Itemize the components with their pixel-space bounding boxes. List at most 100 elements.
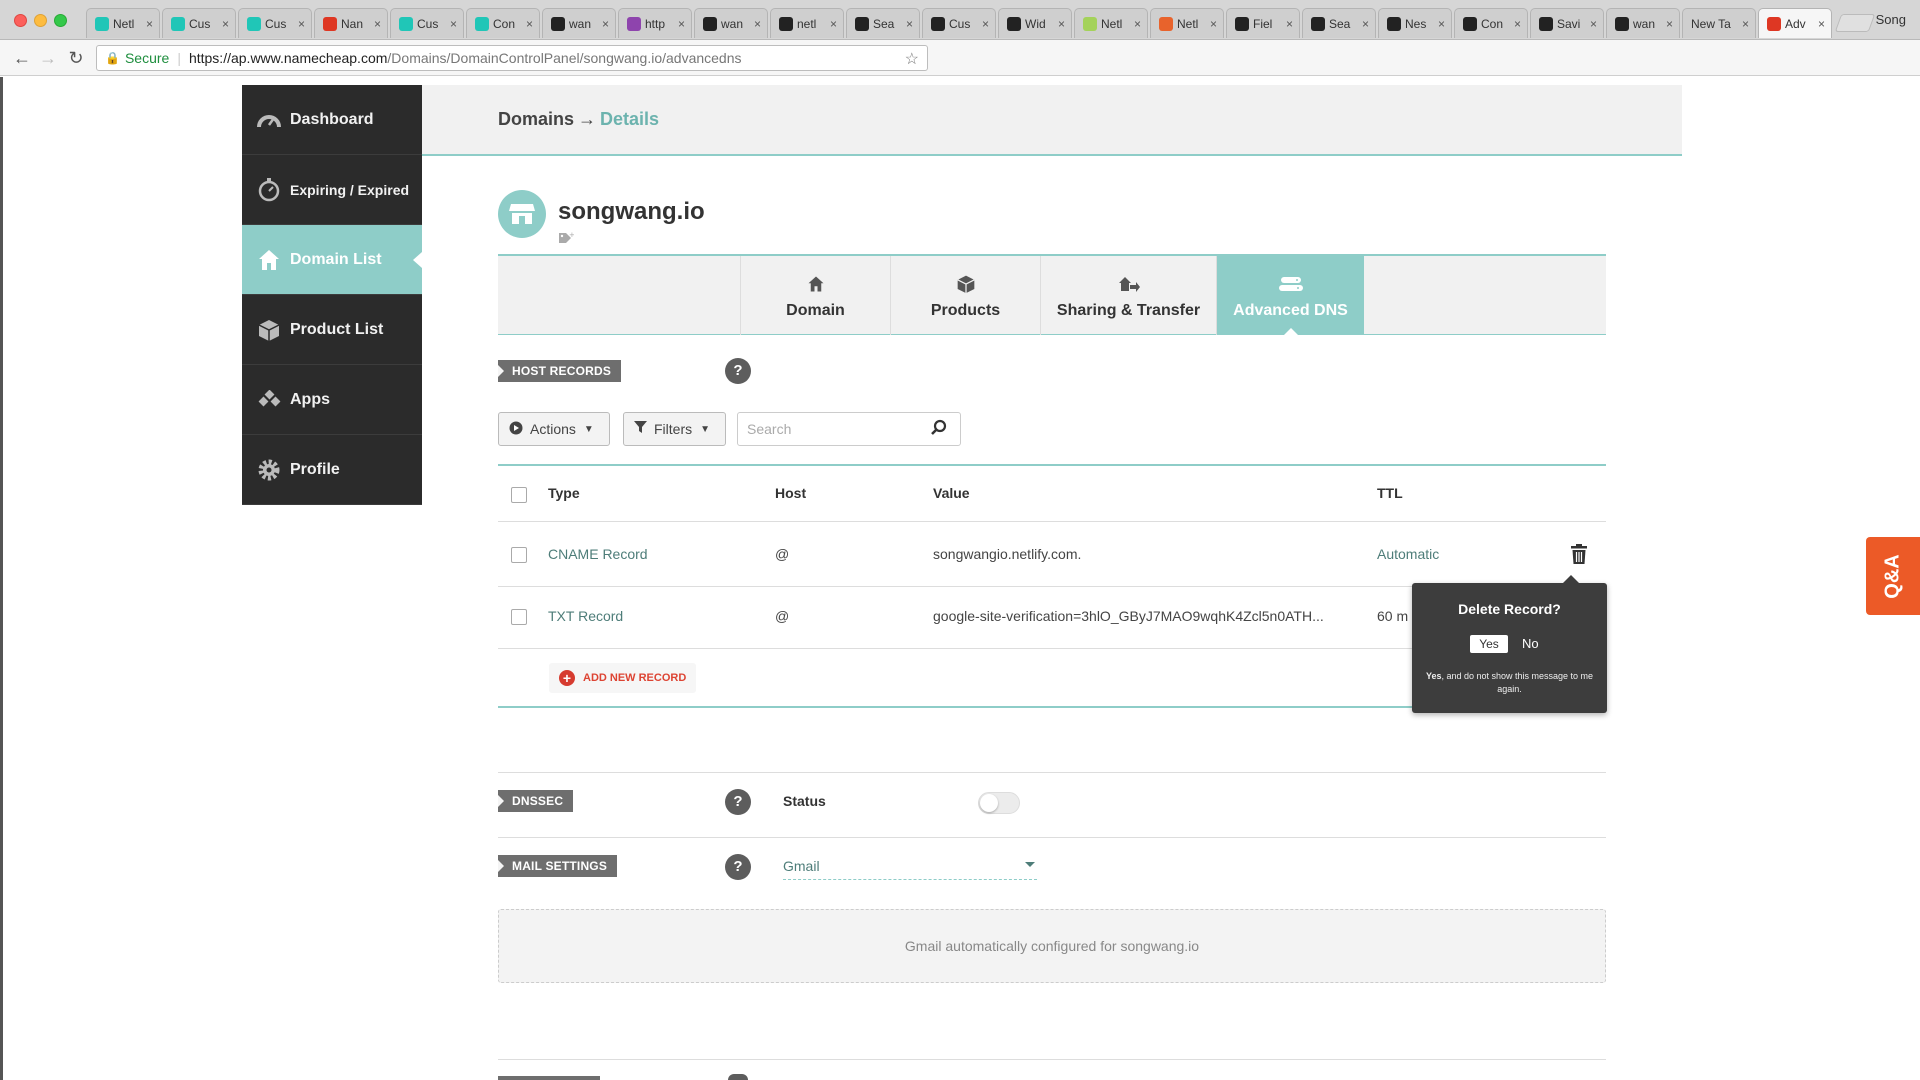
search-icon[interactable] <box>930 419 948 442</box>
browser-tab[interactable]: Wid × <box>998 8 1072 38</box>
browser-tab[interactable]: Cus × <box>390 8 464 38</box>
dnssec-toggle[interactable] <box>978 792 1020 814</box>
browser-tab[interactable]: Cus × <box>238 8 312 38</box>
sidebar-item-profile[interactable]: Profile <box>242 435 422 505</box>
filters-dropdown[interactable]: Filters ▼ <box>623 412 726 446</box>
row-checkbox[interactable] <box>511 609 527 625</box>
column-header-ttl[interactable]: TTL <box>1377 485 1403 501</box>
confirm-delete-no-button[interactable]: No <box>1522 636 1539 651</box>
close-tab-icon[interactable]: × <box>1134 17 1141 31</box>
browser-tab[interactable]: Adv × <box>1758 8 1832 38</box>
row-checkbox[interactable] <box>511 547 527 563</box>
close-tab-icon[interactable]: × <box>830 17 837 31</box>
close-tab-icon[interactable]: × <box>1818 17 1825 31</box>
record-type[interactable]: TXT Record <box>548 608 623 624</box>
close-tab-icon[interactable]: × <box>1590 17 1597 31</box>
breadcrumb-domains[interactable]: Domains <box>498 109 574 129</box>
sidebar-item-product-list[interactable]: Product List <box>242 295 422 365</box>
record-host[interactable]: @ <box>775 608 789 624</box>
browser-tab[interactable]: wan × <box>542 8 616 38</box>
close-tab-icon[interactable]: × <box>1362 17 1369 31</box>
mail-settings-select[interactable]: Gmail <box>783 854 1037 880</box>
record-ttl[interactable]: Automatic <box>1377 546 1439 562</box>
tag-icon[interactable]: + <box>558 231 575 247</box>
record-type[interactable]: CNAME Record <box>548 546 648 562</box>
close-tab-icon[interactable]: × <box>678 17 685 31</box>
browser-tab[interactable]: Sea × <box>1302 8 1376 38</box>
tab-products[interactable]: Products <box>890 256 1040 335</box>
close-tab-icon[interactable]: × <box>222 17 229 31</box>
column-header-host[interactable]: Host <box>775 485 806 501</box>
close-tab-icon[interactable]: × <box>1742 17 1749 31</box>
host-records-help-icon[interactable]: ? <box>725 358 751 384</box>
close-tab-icon[interactable]: × <box>146 17 153 31</box>
sidebar-item-apps[interactable]: Apps <box>242 365 422 435</box>
browser-tab[interactable]: Netl × <box>86 8 160 38</box>
dnssec-help-icon[interactable]: ? <box>725 789 751 815</box>
tab-sharing-transfer[interactable]: Sharing & Transfer <box>1040 256 1216 335</box>
browser-tab[interactable]: Cus × <box>922 8 996 38</box>
browser-tab[interactable]: Savi × <box>1530 8 1604 38</box>
tab-domain[interactable]: Domain <box>740 256 890 335</box>
browser-tab[interactable]: Sea × <box>846 8 920 38</box>
trash-icon[interactable] <box>1571 544 1587 569</box>
close-window-button[interactable] <box>14 14 27 27</box>
record-ttl[interactable]: 60 m <box>1377 608 1408 624</box>
browser-tab[interactable]: Nes × <box>1378 8 1452 38</box>
dont-show-again-link[interactable]: Yes, and do not show this message to me … <box>1422 670 1597 696</box>
close-tab-icon[interactable]: × <box>602 17 609 31</box>
close-tab-icon[interactable]: × <box>374 17 381 31</box>
maximize-window-button[interactable] <box>54 14 67 27</box>
sidebar-item-expiring[interactable]: Expiring / Expired <box>242 155 422 225</box>
browser-tab[interactable]: Fiel × <box>1226 8 1300 38</box>
browser-tab[interactable]: Cus × <box>162 8 236 38</box>
browser-tab[interactable]: wan × <box>694 8 768 38</box>
sidebar-item-domain-list[interactable]: Domain List <box>242 225 422 295</box>
close-tab-icon[interactable]: × <box>906 17 913 31</box>
close-tab-icon[interactable]: × <box>1058 17 1065 31</box>
tab-advanced-dns[interactable]: Advanced DNS <box>1216 256 1364 336</box>
address-bar[interactable]: 🔒 Secure | https://ap.www.namecheap.com /… <box>96 45 928 71</box>
close-tab-icon[interactable]: × <box>450 17 457 31</box>
records-search-input[interactable] <box>737 412 961 446</box>
close-tab-icon[interactable]: × <box>1286 17 1293 31</box>
reload-icon[interactable]: ↻ <box>66 48 86 68</box>
back-icon[interactable]: ← <box>12 48 32 68</box>
close-tab-icon[interactable]: × <box>1666 17 1673 31</box>
close-tab-icon[interactable]: × <box>1514 17 1521 31</box>
sidebar-item-dashboard[interactable]: Dashboard <box>242 85 422 155</box>
close-tab-icon[interactable]: × <box>1438 17 1445 31</box>
browser-tab[interactable]: New Ta × <box>1682 8 1756 38</box>
browser-tab[interactable]: Con × <box>1454 8 1528 38</box>
confirm-delete-yes-button[interactable]: Yes <box>1470 635 1508 653</box>
close-tab-icon[interactable]: × <box>298 17 305 31</box>
profile-name[interactable]: Song <box>1876 12 1906 27</box>
qa-tab[interactable]: Q&A <box>1866 537 1920 615</box>
browser-tab[interactable]: Nan × <box>314 8 388 38</box>
browser-tab[interactable]: Con × <box>466 8 540 38</box>
note-bold: Yes <box>1425 671 1442 681</box>
record-value[interactable]: google-site-verification=3hlO_GByJ7MAO9w… <box>933 608 1343 624</box>
actions-dropdown[interactable]: Actions ▼ <box>498 412 610 446</box>
browser-tab[interactable]: Netl × <box>1150 8 1224 38</box>
minimize-window-button[interactable] <box>34 14 47 27</box>
browser-tab[interactable]: Netl × <box>1074 8 1148 38</box>
close-tab-icon[interactable]: × <box>526 17 533 31</box>
column-header-type[interactable]: Type <box>548 485 580 501</box>
browser-tab[interactable]: http × <box>618 8 692 38</box>
forward-icon[interactable]: → <box>38 48 58 68</box>
record-value[interactable]: songwangio.netlify.com. <box>933 546 1081 562</box>
mail-settings-help-icon[interactable]: ? <box>725 854 751 880</box>
close-tab-icon[interactable]: × <box>1210 17 1217 31</box>
browser-toolbar: ← → ↻ 🔒 Secure | https://ap.www.namechea… <box>0 40 1920 104</box>
browser-tab[interactable]: netl × <box>770 8 844 38</box>
add-new-record-button[interactable]: + ADD NEW RECORD <box>549 663 697 693</box>
record-host[interactable]: @ <box>775 546 789 562</box>
browser-tab[interactable]: wan × <box>1606 8 1680 38</box>
select-all-checkbox[interactable] <box>511 487 527 503</box>
new-tab-button[interactable] <box>1834 14 1876 32</box>
column-header-value[interactable]: Value <box>933 485 970 501</box>
close-tab-icon[interactable]: × <box>754 17 761 31</box>
close-tab-icon[interactable]: × <box>982 17 989 31</box>
bookmark-star-icon[interactable]: ☆ <box>905 49 919 69</box>
